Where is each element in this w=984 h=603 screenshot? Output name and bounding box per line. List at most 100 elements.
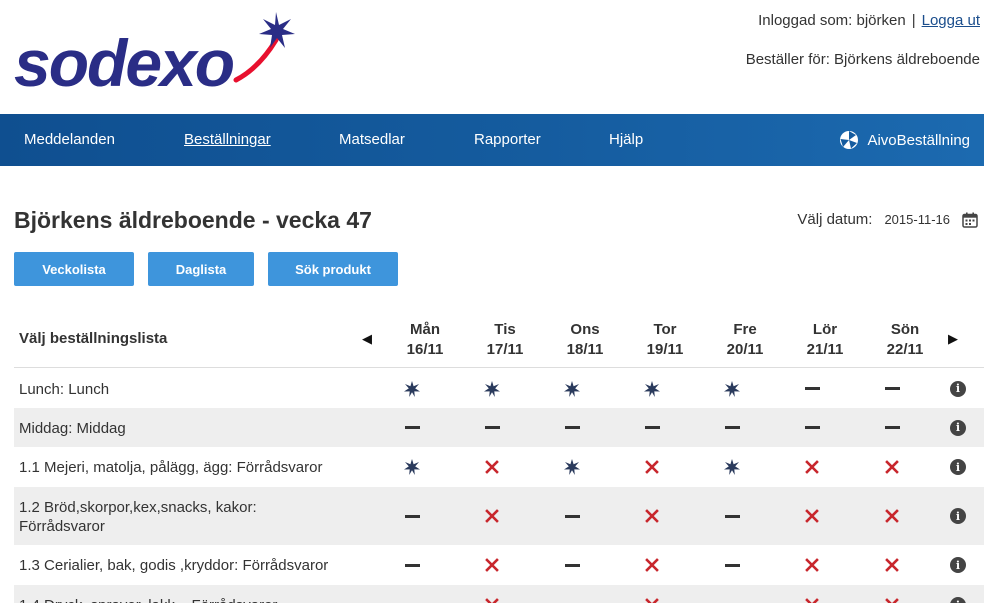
dash-icon[interactable] [564,426,580,429]
info-icon[interactable]: i [950,508,966,524]
cross-icon[interactable] [645,509,659,523]
cross-icon[interactable] [885,509,899,523]
next-week-arrow-icon[interactable]: ▶ [948,331,958,347]
nav-brand[interactable]: AivoBeställning [839,114,970,166]
cross-icon[interactable] [885,460,899,474]
day-cell[interactable] [702,369,762,408]
day-cell[interactable] [782,487,842,545]
row-label[interactable]: Lunch: Lunch [19,380,379,399]
row-label[interactable]: 1.1 Mejeri, matolja, pålägg, ägg: Förråd… [19,458,379,477]
day-cell[interactable] [622,545,682,585]
star-icon[interactable] [403,458,421,476]
day-cell[interactable] [382,447,442,487]
cross-icon[interactable] [485,509,499,523]
table-row[interactable]: 1.1 Mejeri, matolja, pålägg, ägg: Förråd… [14,447,984,487]
nav-item-matsedlar[interactable]: Matsedlar [339,114,405,166]
dash-icon[interactable] [804,426,820,429]
day-cell[interactable] [782,408,842,447]
search-product-button[interactable]: Sök produkt [268,252,398,286]
week-list-button[interactable]: Veckolista [14,252,134,286]
day-cell[interactable] [462,545,522,585]
table-row[interactable]: 1.3 Cerialier, bak, godis ,kryddor: Förr… [14,545,984,585]
day-cell[interactable] [382,408,442,447]
day-cell[interactable] [542,487,602,545]
cross-icon[interactable] [485,558,499,572]
dash-icon[interactable] [564,563,580,567]
prev-week-arrow-icon[interactable]: ◀ [362,331,372,347]
dash-icon[interactable] [724,563,740,567]
day-cell[interactable] [462,369,522,408]
cross-icon[interactable] [885,598,899,603]
dash-icon[interactable] [884,426,900,429]
calendar-icon[interactable] [962,212,978,228]
dash-icon[interactable] [404,514,420,518]
logout-link[interactable]: Logga ut [922,12,980,29]
day-list-button[interactable]: Daglista [148,252,254,286]
day-cell[interactable] [382,487,442,545]
cross-icon[interactable] [485,460,499,474]
day-cell[interactable] [462,487,522,545]
day-cell[interactable] [622,408,682,447]
table-row[interactable]: Middag: Middag i [14,408,984,447]
star-icon[interactable] [563,380,581,398]
info-icon[interactable]: i [950,557,966,573]
day-cell[interactable] [862,447,922,487]
day-cell[interactable] [862,369,922,408]
nav-item-meddelanden[interactable]: Meddelanden [24,114,115,166]
star-icon[interactable] [723,380,741,398]
row-label[interactable]: 1.4 Dryck, sprayer, lakk... Förrådsvaror [19,596,379,603]
table-row[interactable]: 1.4 Dryck, sprayer, lakk... Förrådsvaror… [14,585,984,603]
cross-icon[interactable] [485,598,499,603]
star-icon[interactable] [403,380,421,398]
nav-item-rapporter[interactable]: Rapporter [474,114,541,166]
info-icon[interactable]: i [950,380,966,397]
cross-icon[interactable] [645,460,659,474]
day-cell[interactable] [782,545,842,585]
day-cell[interactable] [542,585,602,603]
dash-icon[interactable] [804,387,820,390]
day-cell[interactable] [862,545,922,585]
day-cell[interactable] [542,447,602,487]
day-cell[interactable] [382,585,442,603]
day-cell[interactable] [862,487,922,545]
dash-icon[interactable] [564,514,580,518]
day-cell[interactable] [542,545,602,585]
dash-icon[interactable] [724,426,740,429]
star-icon[interactable] [643,380,661,398]
day-cell[interactable] [622,447,682,487]
day-cell[interactable] [462,447,522,487]
nav-item-bestallningar[interactable]: Beställningar [184,114,271,166]
dash-icon[interactable] [484,426,500,429]
date-value[interactable]: 2015-11-16 [884,212,950,227]
day-cell[interactable] [862,585,922,603]
dash-icon[interactable] [404,426,420,429]
dash-icon[interactable] [644,426,660,429]
nav-item-hjalp[interactable]: Hjälp [609,114,643,166]
cross-icon[interactable] [645,558,659,572]
cross-icon[interactable] [805,558,819,572]
star-icon[interactable] [483,380,501,398]
day-cell[interactable] [382,545,442,585]
day-cell[interactable] [702,585,762,603]
day-cell[interactable] [622,585,682,603]
cross-icon[interactable] [805,598,819,603]
cross-icon[interactable] [885,558,899,572]
star-icon[interactable] [563,458,581,476]
day-cell[interactable] [622,487,682,545]
day-cell[interactable] [702,447,762,487]
cross-icon[interactable] [645,598,659,603]
day-cell[interactable] [782,369,842,408]
info-icon[interactable]: i [950,459,966,475]
day-cell[interactable] [622,369,682,408]
day-cell[interactable] [702,408,762,447]
dash-icon[interactable] [404,563,420,567]
day-cell[interactable] [382,369,442,408]
info-icon[interactable]: i [950,597,966,603]
cross-icon[interactable] [805,509,819,523]
day-cell[interactable] [542,408,602,447]
dash-icon[interactable] [884,387,900,390]
day-cell[interactable] [862,408,922,447]
row-label[interactable]: 1.2 Bröd,skorpor,kex,snacks, kakor: Förr… [19,498,289,536]
cross-icon[interactable] [805,460,819,474]
day-cell[interactable] [702,487,762,545]
